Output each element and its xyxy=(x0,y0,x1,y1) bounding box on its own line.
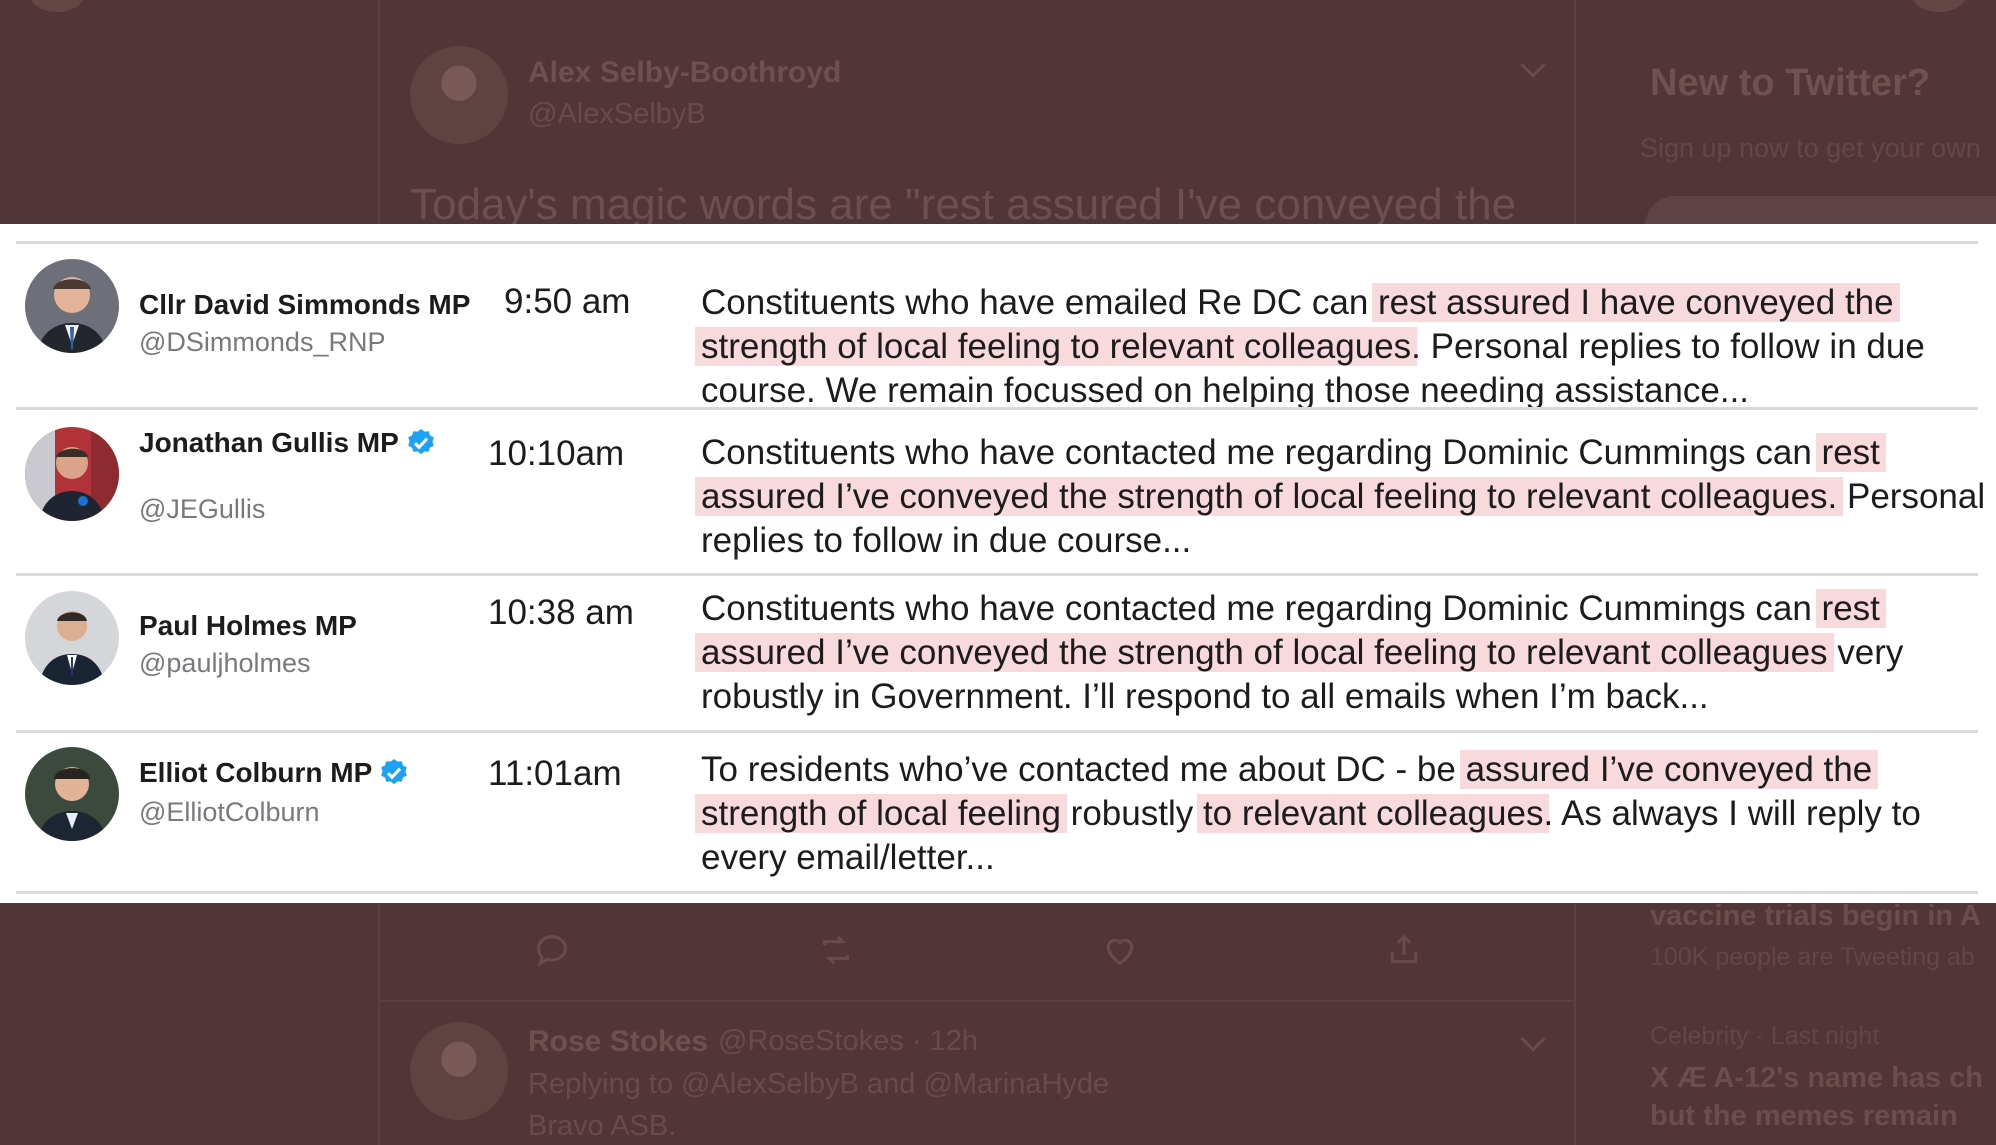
like-icon[interactable] xyxy=(1100,930,1140,970)
avatar xyxy=(25,747,119,841)
verified-icon xyxy=(381,759,408,785)
trend-category: Celebrity · Last night xyxy=(1650,1022,1880,1050)
sidebar-subtitle: Sign up now to get your own xyxy=(1640,133,1981,163)
tweet-text: Constituents who have emailed Re DC can … xyxy=(695,281,1991,413)
tweet-time: 9:50 am xyxy=(504,282,631,321)
author-handle: @ElliotColburn xyxy=(139,797,320,827)
divider xyxy=(380,1000,1574,1002)
reply-avatar xyxy=(410,1022,508,1120)
tweet-time: 10:38 am xyxy=(488,593,634,632)
tweet-time: 10:10am xyxy=(488,434,625,473)
top-right-icon xyxy=(1912,0,1966,12)
trend-title[interactable]: vaccine trials begin in A xyxy=(1650,900,1981,933)
share-icon[interactable] xyxy=(1384,930,1424,970)
tweet-row: Cllr David Simmonds MP @DSimmonds_RNP 9:… xyxy=(16,241,1978,410)
avatar xyxy=(25,259,119,353)
tweet-text-part: robustly xyxy=(1060,794,1203,833)
tweet-text: Constituents who have contacted me regar… xyxy=(695,431,1991,563)
highlighted-phrase: to relevant colleagues xyxy=(1196,794,1550,833)
tweet-text-part: To residents who’ve contacted me about D… xyxy=(701,750,1466,789)
reply-handle-time: @RoseStokes · 12h xyxy=(718,1025,978,1057)
verified-icon xyxy=(408,429,434,455)
author-avatar xyxy=(410,46,508,144)
retweet-icon[interactable] xyxy=(816,930,856,970)
reply-author-name: Rose Stokes xyxy=(528,1025,709,1058)
author-handle: @AlexSelbyB xyxy=(528,98,706,130)
author-handle: @DSimmonds_RNP xyxy=(139,327,386,357)
sidebar-title: New to Twitter? xyxy=(1650,62,1931,104)
author-name: Jonathan Gullis MP xyxy=(139,423,437,463)
comparison-panel: Cllr David Simmonds MP @DSimmonds_RNP 9:… xyxy=(0,224,1996,903)
avatar xyxy=(25,591,119,685)
author-handle: @JEGullis xyxy=(139,494,266,524)
author-name: Cllr David Simmonds MP xyxy=(139,289,471,320)
author-name: Alex Selby-Boothroyd xyxy=(528,56,842,89)
tweet-row: Jonathan Gullis MP @JEGullis 10:10am Con… xyxy=(16,407,1985,573)
author-name: Paul Holmes MP xyxy=(139,610,357,641)
tweet-text: Constituents who have contacted me regar… xyxy=(695,587,1991,719)
tweet-time: 11:01am xyxy=(488,754,622,793)
reply-text: Bravo ASB. xyxy=(528,1110,677,1142)
trend-title[interactable]: but the memes remain xyxy=(1650,1100,1958,1133)
trend-meta: 100K people are Tweeting ab xyxy=(1650,943,1975,971)
tweet-text-part: Constituents who have contacted me regar… xyxy=(701,589,1822,628)
avatar xyxy=(25,427,119,521)
trend-title[interactable]: X Æ A-12's name has ch xyxy=(1650,1062,1983,1095)
author-handle: @pauljholmes xyxy=(139,648,311,678)
author-name: Elliot Colburn MP xyxy=(139,753,410,793)
tweet-row: Elliot Colburn MP @ElliotColburn 11:01am… xyxy=(16,730,1978,894)
tweet-text-part: Constituents who have emailed Re DC can xyxy=(701,283,1379,322)
tweet-text: To residents who’ve contacted me about D… xyxy=(695,748,1991,880)
reply-icon[interactable] xyxy=(532,930,572,970)
tweet-text-part: Constituents who have contacted me regar… xyxy=(701,433,1822,472)
background-tweet-text: Today's magic words are "rest assured I'… xyxy=(410,180,1517,229)
tweet-row: Paul Holmes MP @pauljholmes 10:38 am Con… xyxy=(16,573,1978,730)
replying-to: Replying to @AlexSelbyB and @MarinaHyde xyxy=(528,1068,1110,1100)
top-left-icon xyxy=(30,0,84,12)
